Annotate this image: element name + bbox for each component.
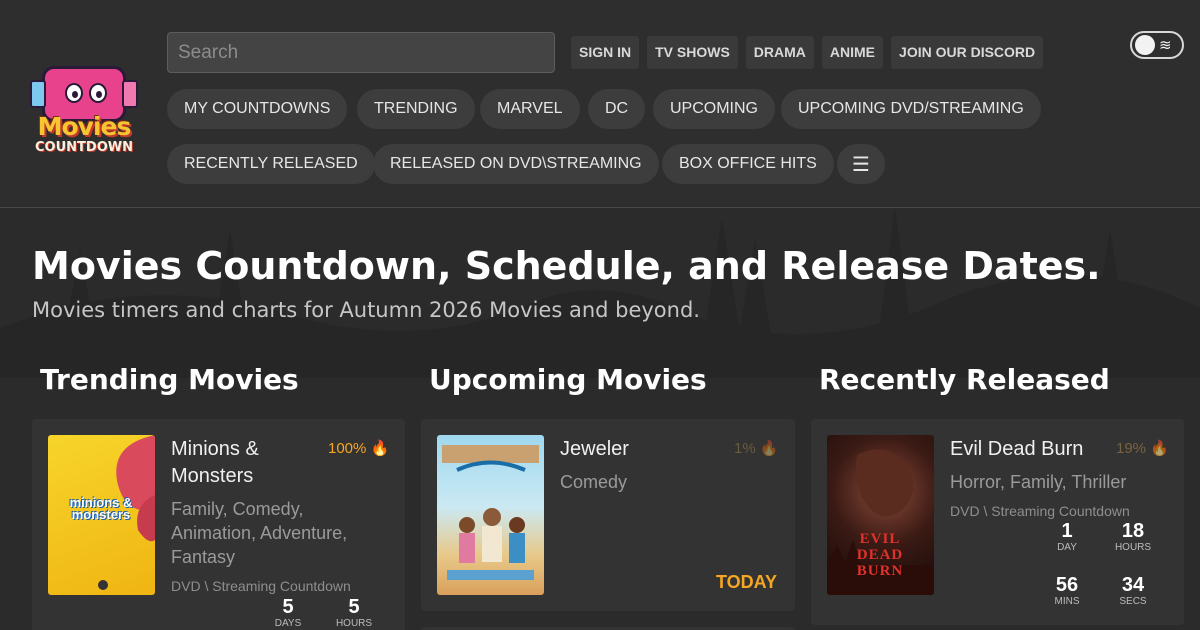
nav-discord[interactable]: JOIN OUR DISCORD <box>891 36 1044 69</box>
toggle-knob <box>1135 35 1155 55</box>
nav-tv-shows[interactable]: TV SHOWS <box>647 36 738 69</box>
movie-poster[interactable] <box>437 435 544 595</box>
page-subtitle: Movies timers and charts for Autumn 2026… <box>32 298 700 322</box>
poster-title: minions & monsters <box>69 495 133 522</box>
movie-card[interactable]: EVIL DEAD BURN Evil Dead Burn 19% 🔥 Horr… <box>811 419 1184 625</box>
page-title: Movies Countdown, Schedule, and Release … <box>32 244 1101 288</box>
movie-genres: Horror, Family, Thriller <box>950 472 1127 492</box>
section-title-recent: Recently Released <box>819 363 1110 396</box>
movie-card[interactable]: minions & monsters Minions & Monsters 10… <box>32 419 405 630</box>
countdown-days: 1 DAY <box>1057 520 1077 553</box>
nav-my-countdowns[interactable]: MY COUNTDOWNS <box>167 89 348 129</box>
countdown-type: DVD \ Streaming Countdown <box>171 578 351 594</box>
fire-icon: 🔥 <box>1150 440 1169 457</box>
popularity-percent: 19% 🔥 <box>1116 440 1169 457</box>
nav-box-office[interactable]: BOX OFFICE HITS <box>662 144 834 184</box>
movie-card[interactable]: Jeweler 1% 🔥 Comedy TODAY <box>421 419 795 611</box>
nav-recently-released[interactable]: RECENTLY RELEASED <box>167 144 375 184</box>
hamburger-menu-icon[interactable]: ☰ <box>837 144 885 184</box>
site-header: Movies COUNTDOWN SIGN IN TV SHOWS DRAMA … <box>0 0 1200 208</box>
section-title-upcoming: Upcoming Movies <box>429 363 707 396</box>
nav-marvel[interactable]: MARVEL <box>480 89 580 129</box>
nav-drama[interactable]: DRAMA <box>745 36 814 69</box>
countdown-days: 5 DAYS <box>274 596 302 629</box>
section-title-trending: Trending Movies <box>40 363 299 396</box>
movie-name[interactable]: Jeweler <box>560 436 710 463</box>
nav-sign-in[interactable]: SIGN IN <box>571 36 640 69</box>
popularity-percent: 100% 🔥 <box>328 440 390 457</box>
logo-eye-right <box>89 83 107 103</box>
countdown-hours: 18 HOURS <box>1114 520 1152 553</box>
search-input[interactable] <box>167 32 555 73</box>
movie-name[interactable]: Evil Dead Burn <box>950 436 1110 463</box>
fire-icon: 🔥 <box>759 440 779 457</box>
countdown-type: DVD \ Streaming Countdown <box>950 503 1130 519</box>
movie-poster[interactable]: minions & monsters <box>48 435 155 595</box>
countdown-secs: 34 SECS <box>1119 574 1147 607</box>
logo-eye-left <box>65 83 83 103</box>
site-logo[interactable]: Movies COUNTDOWN <box>22 62 146 158</box>
nav-trending[interactable]: TRENDING <box>357 89 475 129</box>
countdown-mins: 56 MINS <box>1054 574 1080 607</box>
logo-text-countdown: COUNTDOWN <box>35 140 133 155</box>
waves-icon: ≋ <box>1159 36 1172 54</box>
logo-text-movies: Movies <box>37 112 132 141</box>
fire-icon: 🔥 <box>370 440 390 457</box>
movie-poster[interactable]: EVIL DEAD BURN <box>827 435 934 595</box>
nav-upcoming-dvd[interactable]: UPCOMING DVD/STREAMING <box>781 89 1041 129</box>
nav-released-dvd[interactable]: RELEASED ON DVD\STREAMING <box>373 144 659 184</box>
movie-genres: Comedy <box>560 472 628 492</box>
popcorn-cup-icon <box>30 80 46 108</box>
nav-upcoming[interactable]: UPCOMING <box>653 89 775 129</box>
countdown-hours: 5 HOURS <box>335 596 373 629</box>
nav-anime[interactable]: ANIME <box>821 36 884 69</box>
popularity-percent: 1% 🔥 <box>734 440 779 457</box>
poster-art <box>442 445 539 580</box>
movie-genres: Family, Comedy, Animation, Adventure, Fa… <box>171 499 348 567</box>
release-status-badge: TODAY <box>716 572 778 592</box>
nav-dc[interactable]: DC <box>588 89 646 129</box>
top-nav: SIGN IN TV SHOWS DRAMA ANIME JOIN OUR DI… <box>571 36 1051 69</box>
popcorn-cup-icon <box>122 80 138 108</box>
dark-mode-toggle[interactable]: ≋ <box>1130 31 1184 59</box>
poster-title: EVIL DEAD BURN <box>856 531 904 579</box>
movie-name[interactable]: Minions & Monsters <box>171 436 321 490</box>
